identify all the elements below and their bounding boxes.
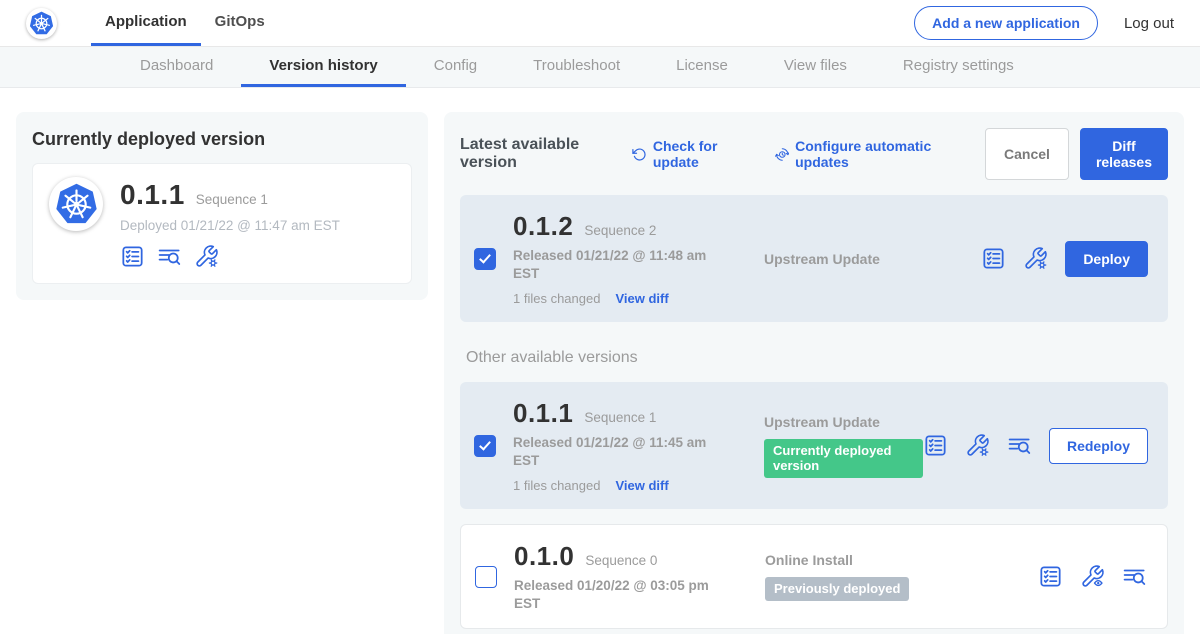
edit-config-icon[interactable] [1023, 246, 1048, 271]
other-versions-heading: Other available versions [466, 349, 1168, 367]
version-checkbox[interactable] [475, 566, 497, 588]
other-versions-list: 0.1.1 Sequence 1 Released 01/21/22 @ 11:… [460, 382, 1168, 629]
preflight-checks-icon[interactable] [923, 433, 948, 458]
version-number: 0.1.0 [514, 541, 574, 572]
latest-version-header: Latest available version Check for updat… [460, 128, 1168, 180]
subtab-view-files[interactable]: View files [756, 47, 875, 87]
top-tabs: Application GitOps [91, 0, 279, 46]
version-card: 0.1.2 Sequence 2 Released 01/21/22 @ 11:… [460, 195, 1168, 322]
deploy-button[interactable]: Redeploy [1049, 428, 1148, 464]
auto-update-clock-icon [775, 146, 790, 163]
tab-gitops[interactable]: GitOps [201, 0, 279, 46]
currently-deployed-title: Currently deployed version [32, 129, 412, 150]
diff-releases-button[interactable]: Diff releases [1080, 128, 1168, 180]
latest-version-list: 0.1.2 Sequence 2 Released 01/21/22 @ 11:… [460, 195, 1168, 322]
top-navbar: Application GitOps Add a new application… [0, 0, 1200, 47]
subtab-dashboard[interactable]: Dashboard [112, 47, 241, 87]
main-content: Currently deployed version 0.1.1 Sequenc… [0, 88, 1200, 634]
version-source-label: Upstream Update [764, 251, 981, 267]
sequence-label: Sequence 2 [584, 223, 656, 238]
version-action-icons [1038, 564, 1147, 589]
version-action-icons [923, 433, 1032, 458]
preflight-checks-icon[interactable] [1038, 564, 1063, 589]
sequence-label: Sequence 0 [585, 553, 657, 568]
view-logs-icon[interactable] [1122, 564, 1147, 589]
preflight-checks-icon[interactable] [120, 244, 145, 269]
kubernetes-logo-icon [26, 8, 57, 39]
files-changed-label: 1 files changed [513, 478, 600, 493]
version-checkbox[interactable] [474, 248, 496, 270]
logout-link[interactable]: Log out [1124, 15, 1174, 32]
status-badge: Previously deployed [765, 577, 909, 601]
deployed-sequence-label: Sequence 1 [196, 192, 268, 207]
version-number: 0.1.2 [513, 211, 573, 242]
app-subnav: Dashboard Version history Config Trouble… [0, 47, 1200, 88]
sequence-label: Sequence 1 [584, 410, 656, 425]
subtab-troubleshoot[interactable]: Troubleshoot [505, 47, 648, 87]
status-badge: Currently deployed version [764, 439, 923, 478]
kubernetes-app-icon [49, 177, 103, 231]
released-timestamp: Released 01/21/22 @ 11:48 amEST [513, 247, 731, 282]
version-source-label: Online Install [765, 552, 1038, 568]
view-config-icon[interactable] [1080, 564, 1105, 589]
view-logs-icon[interactable] [157, 244, 182, 269]
tab-application[interactable]: Application [91, 0, 201, 46]
subtab-config[interactable]: Config [406, 47, 505, 87]
check-for-update-label: Check for update [653, 138, 751, 170]
version-action-icons [981, 246, 1048, 271]
released-timestamp: Released 01/20/22 @ 03:05 pmEST [514, 577, 732, 612]
deployed-version-actions [120, 244, 340, 269]
deploy-button[interactable]: Deploy [1065, 241, 1148, 277]
subtab-license[interactable]: License [648, 47, 756, 87]
view-logs-icon[interactable] [1007, 433, 1032, 458]
version-card: 0.1.1 Sequence 1 Released 01/21/22 @ 11:… [460, 382, 1168, 509]
refresh-icon [632, 146, 647, 163]
version-card: 0.1.0 Sequence 0 Released 01/20/22 @ 03:… [460, 524, 1168, 629]
subtab-version-history[interactable]: Version history [241, 47, 405, 87]
configure-automatic-updates-link[interactable]: Configure automatic updates [775, 138, 961, 170]
cancel-button[interactable]: Cancel [985, 128, 1069, 180]
check-for-update-link[interactable]: Check for update [632, 138, 750, 170]
version-history-panel: Latest available version Check for updat… [444, 112, 1184, 634]
deployed-version-card: 0.1.1 Sequence 1 Deployed 01/21/22 @ 11:… [32, 163, 412, 284]
view-diff-link[interactable]: View diff [615, 478, 668, 493]
edit-config-icon[interactable] [194, 244, 219, 269]
released-timestamp: Released 01/21/22 @ 11:45 amEST [513, 434, 731, 469]
files-changed-label: 1 files changed [513, 291, 600, 306]
version-source-label: Upstream Update [764, 414, 923, 430]
version-checkbox[interactable] [474, 435, 496, 457]
edit-config-icon[interactable] [965, 433, 990, 458]
latest-available-title: Latest available version [460, 136, 615, 172]
preflight-checks-icon[interactable] [981, 246, 1006, 271]
deployed-timestamp: Deployed 01/21/22 @ 11:47 am EST [120, 218, 340, 233]
deployed-version-number: 0.1.1 [120, 179, 185, 211]
currently-deployed-panel: Currently deployed version 0.1.1 Sequenc… [16, 112, 428, 300]
view-diff-link[interactable]: View diff [615, 291, 668, 306]
subtab-registry-settings[interactable]: Registry settings [875, 47, 1042, 87]
configure-updates-label: Configure automatic updates [795, 138, 961, 170]
add-new-application-button[interactable]: Add a new application [914, 6, 1098, 40]
app-logo[interactable] [26, 0, 57, 46]
version-number: 0.1.1 [513, 398, 573, 429]
